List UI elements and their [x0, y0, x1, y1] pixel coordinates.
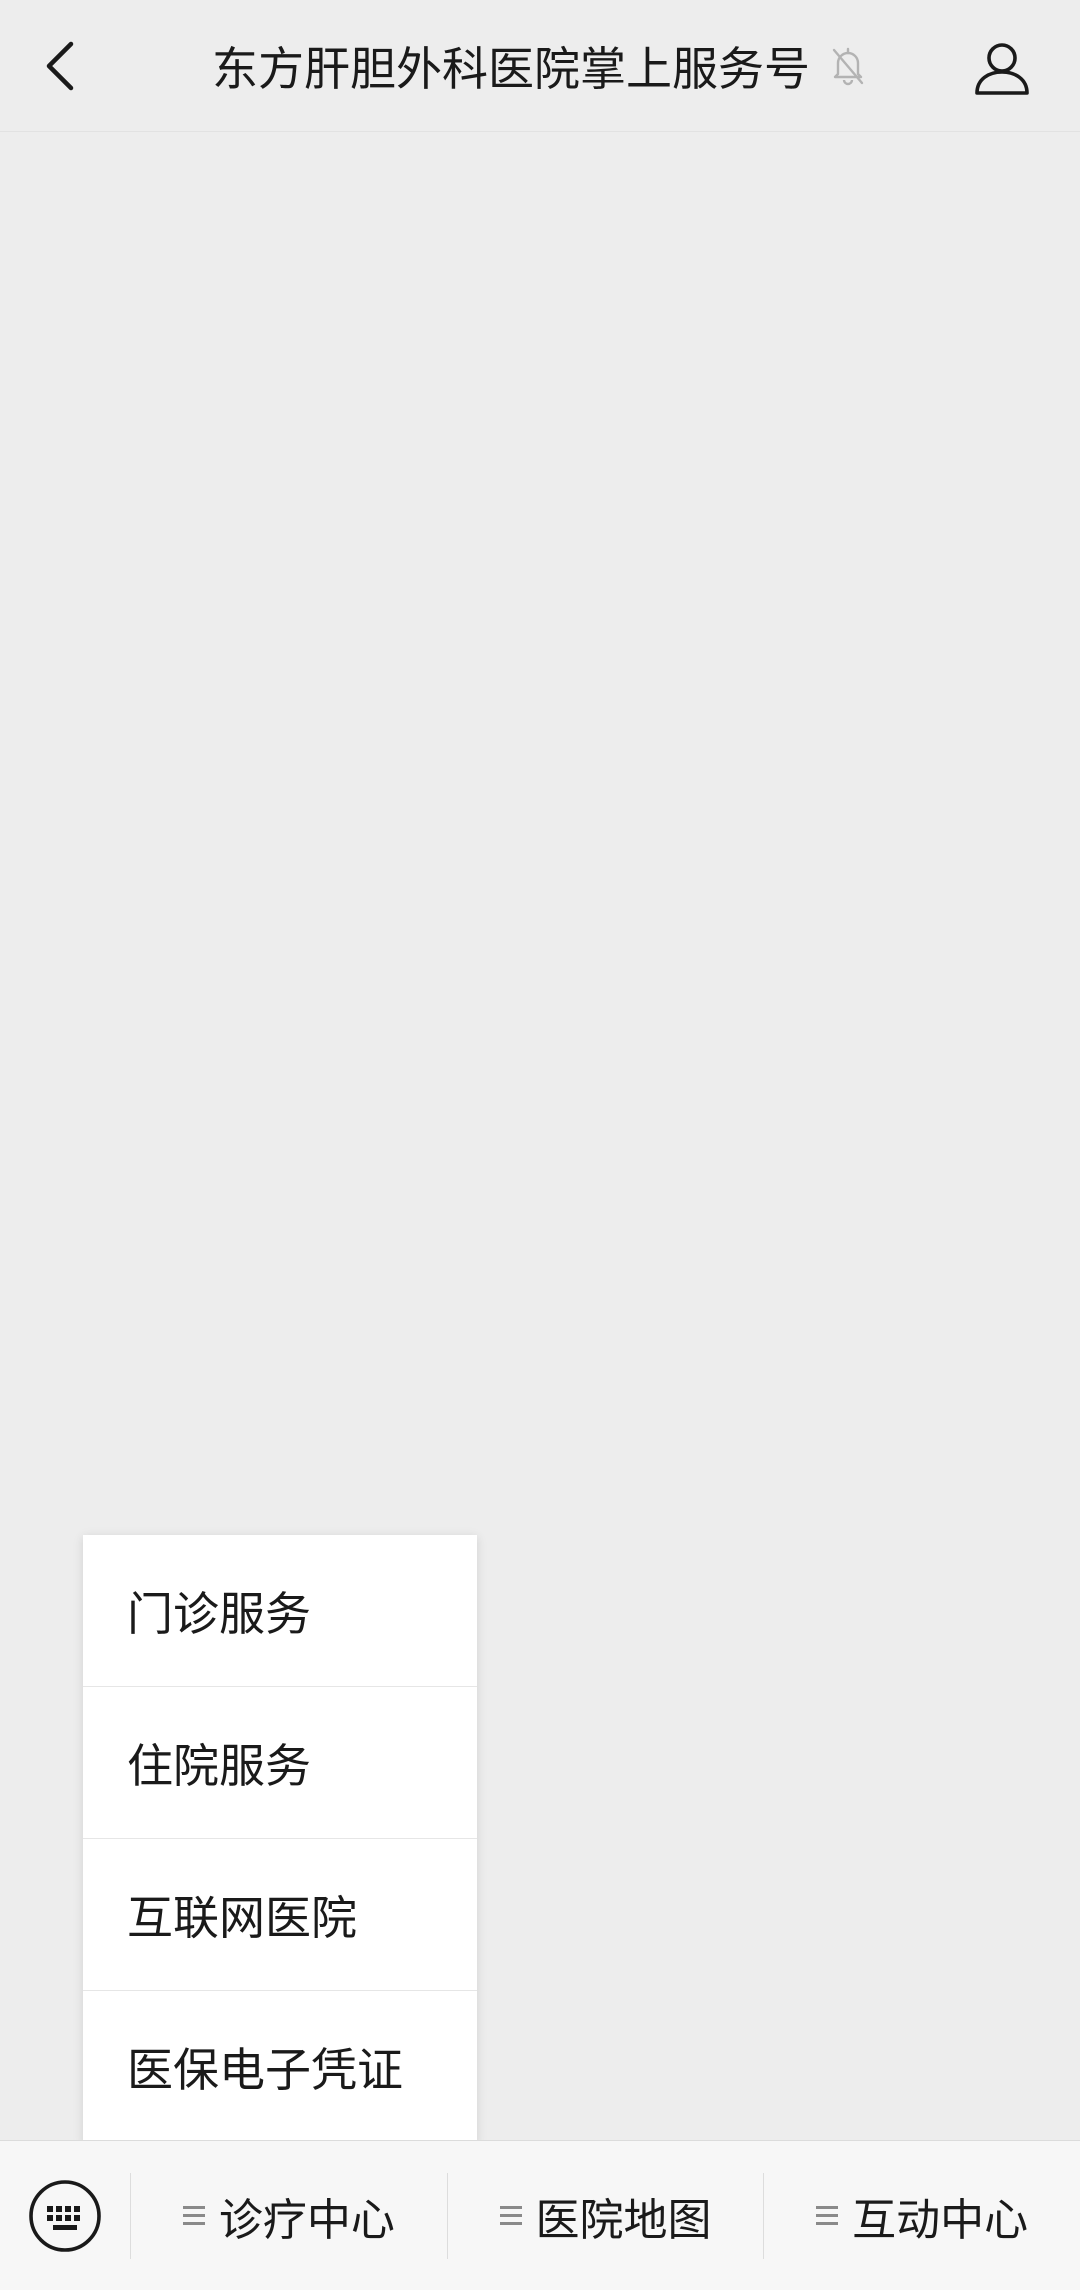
profile-button[interactable] — [964, 30, 1040, 106]
tab-diagnosis-center[interactable]: 诊疗中心 — [131, 2141, 447, 2290]
menu-item-outpatient[interactable]: 门诊服务 — [83, 1535, 477, 1687]
title-area: 东方肝胆外科医院掌上服务号 — [150, 0, 930, 132]
tab-interaction-center[interactable]: 互动中心 — [764, 2141, 1080, 2290]
menu-item-label: 互联网医院 — [127, 1890, 357, 1945]
menu-lines-icon — [182, 2206, 205, 2225]
page-title: 东方肝胆外科医院掌上服务号 — [212, 42, 810, 96]
tab-label: 医院地图 — [535, 2194, 712, 2246]
bottom-menu-bar: 诊疗中心 医院地图 互动中心 — [0, 2140, 1080, 2290]
tab-label: 互动中心 — [852, 2194, 1029, 2246]
menu-item-label: 医保电子凭证 — [127, 2043, 403, 2097]
submenu-popup: 门诊服务 住院服务 互联网医院 医保电子凭证 — [83, 1535, 477, 2143]
user-icon — [975, 43, 1029, 95]
chevron-left-icon — [46, 41, 74, 91]
tab-hospital-map[interactable]: 医院地图 — [448, 2141, 764, 2290]
keyboard-toggle-button[interactable] — [0, 2141, 130, 2290]
back-button[interactable] — [28, 30, 92, 102]
chat-page: 东方肝胆外科医院掌上服务号 门诊服务 住院服务 互联网医院 医保电子凭证 诊疗中… — [0, 0, 1080, 2290]
menu-item-internet-hospital[interactable]: 互联网医院 — [83, 1839, 477, 1991]
menu-lines-icon — [816, 2206, 839, 2225]
menu-item-medical-insurance[interactable]: 医保电子凭证 — [83, 1991, 477, 2143]
tab-label: 诊疗中心 — [218, 2194, 395, 2246]
menu-item-label: 住院服务 — [127, 1738, 311, 1793]
menu-item-inpatient[interactable]: 住院服务 — [83, 1687, 477, 1839]
keyboard-icon — [29, 2179, 101, 2252]
menu-item-label: 门诊服务 — [127, 1586, 311, 1641]
menu-lines-icon — [499, 2206, 522, 2225]
bell-slash-icon — [828, 46, 868, 86]
top-nav-bar: 东方肝胆外科医院掌上服务号 — [0, 0, 1080, 132]
